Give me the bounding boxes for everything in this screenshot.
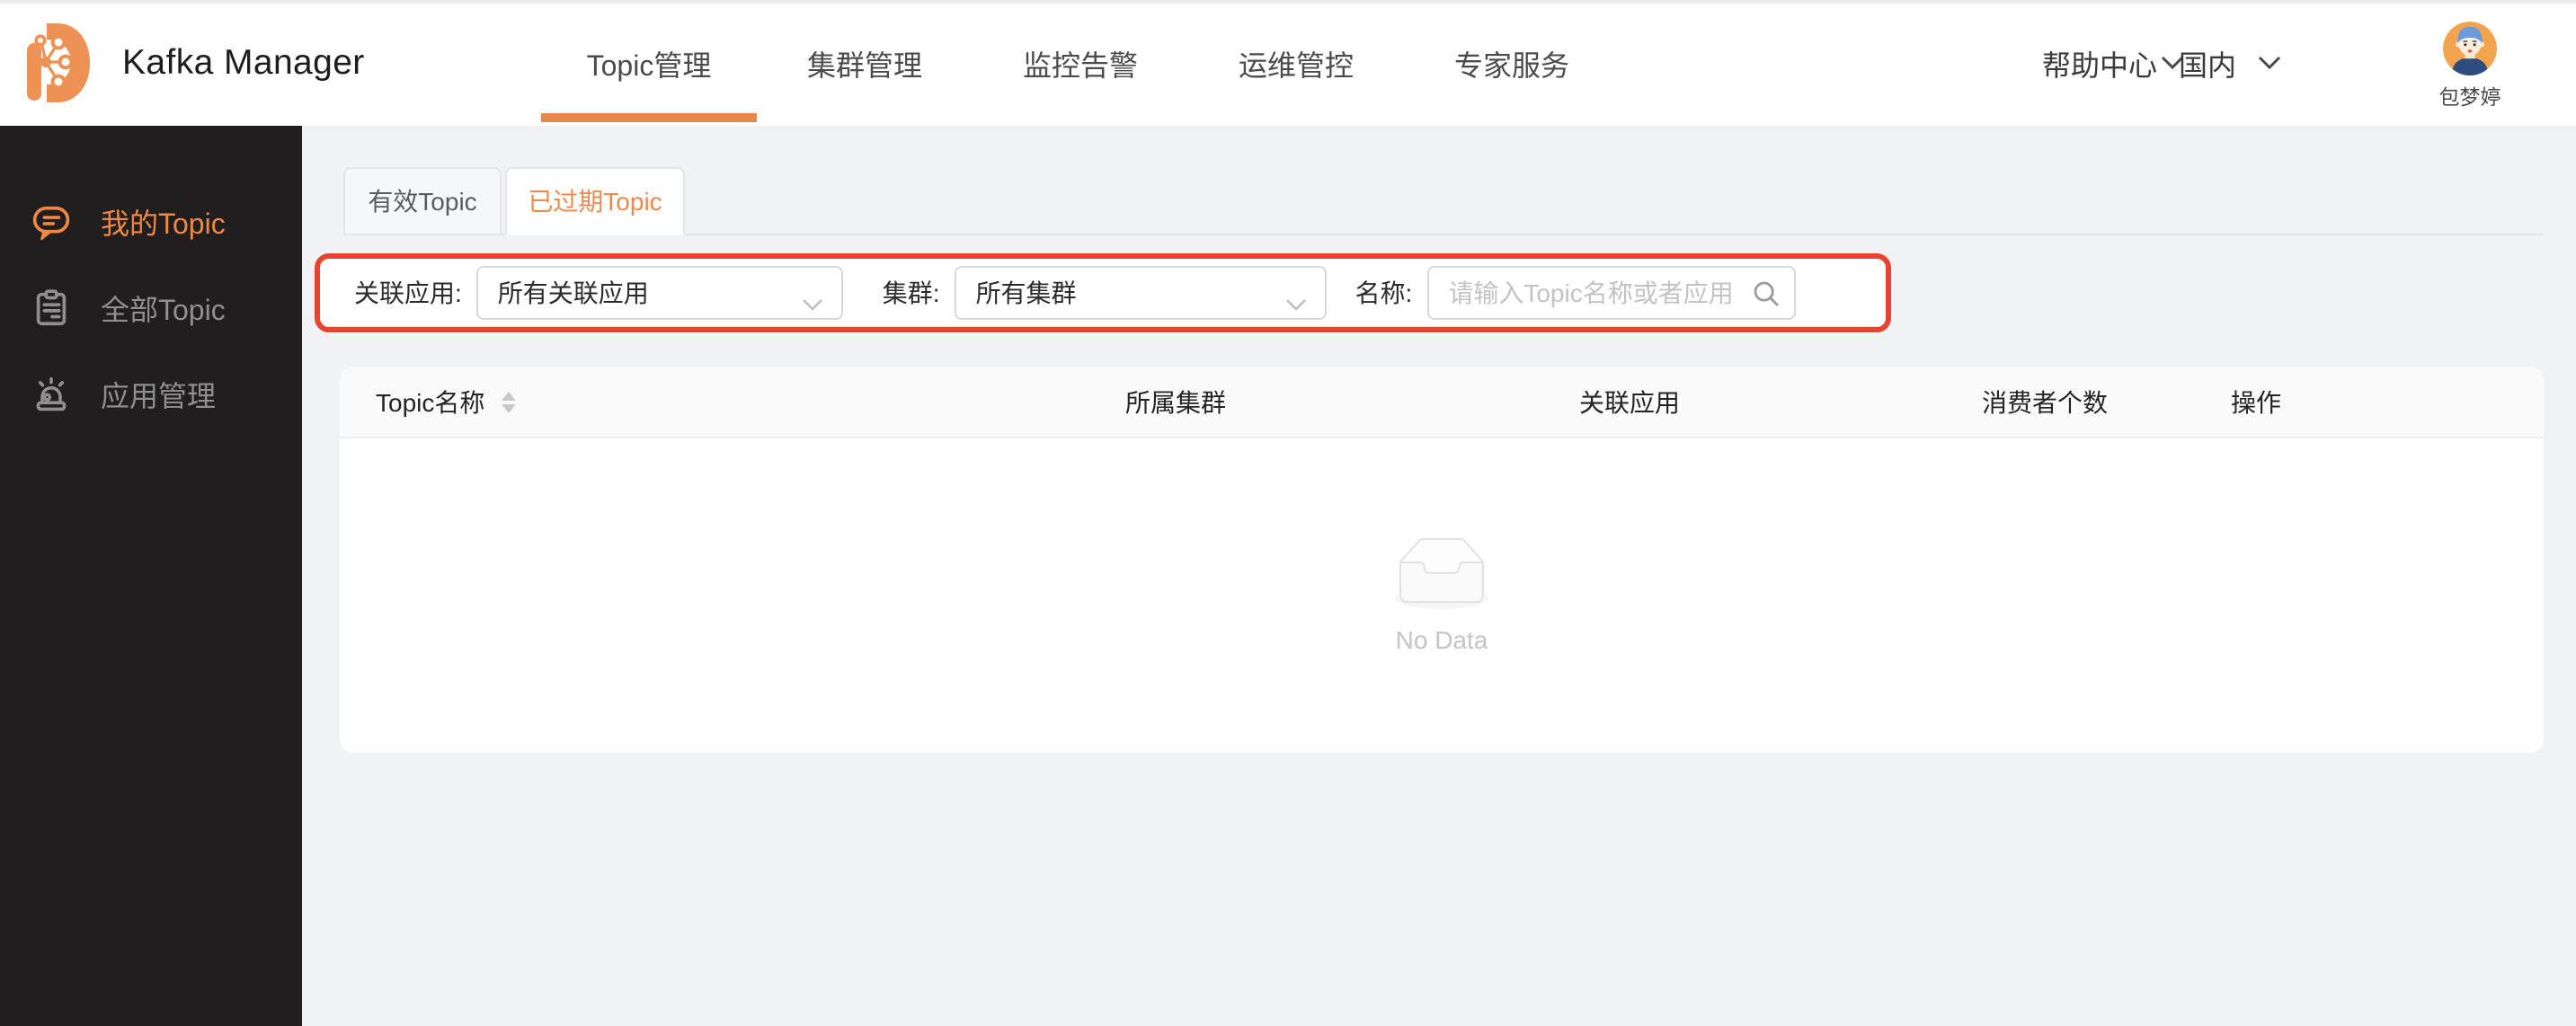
nav-item-ops[interactable]: 运维管控 <box>1188 0 1404 126</box>
sidebar-item-label: 全部Topic <box>101 296 226 327</box>
cluster-filter-value: 所有集群 <box>975 279 1077 307</box>
search-icon[interactable] <box>1752 280 1779 316</box>
topic-table-card: Topic名称 所属集群 关联应用 消费者个数 操作 No Data <box>340 367 2544 753</box>
nav-item-monitor[interactable]: 监控告警 <box>973 0 1188 126</box>
filter-bar-highlight-box: 关联应用: 所有关联应用 集群: 所有集群 名称: <box>315 253 1891 332</box>
kafka-manager-logo-icon <box>27 23 90 102</box>
nav-item-topic[interactable]: Topic管理 <box>541 0 757 126</box>
sidebar-item-label: 应用管理 <box>101 383 217 413</box>
nav-item-expert[interactable]: 专家服务 <box>1404 0 1620 126</box>
region-label: 国内 <box>2179 52 2237 83</box>
tab-valid-topic[interactable]: 有效Topic <box>343 167 502 235</box>
table-header-row: Topic名称 所属集群 关联应用 消费者个数 操作 <box>340 367 2544 438</box>
cluster-filter-label: 集群: <box>882 279 940 307</box>
region-selector[interactable]: 国内 <box>2179 0 2281 126</box>
column-header-app: 关联应用 <box>1579 387 1680 416</box>
caret-down-icon <box>501 403 516 412</box>
app-filter-label: 关联应用: <box>354 279 462 307</box>
comment-icon <box>31 200 72 242</box>
help-center-link[interactable]: 帮助中心 <box>2042 0 2184 126</box>
name-search-input[interactable] <box>1426 266 1796 320</box>
clipboard-icon <box>31 287 72 328</box>
name-search-field <box>1426 266 1796 320</box>
topic-tabs: 有效Topic 已过期Topic <box>343 167 688 235</box>
help-center-label: 帮助中心 <box>2042 52 2158 83</box>
user-name: 包梦婷 <box>2438 88 2501 110</box>
nav-item-cluster[interactable]: 集群管理 <box>757 0 973 126</box>
sidebar-item-all-topic[interactable]: 全部Topic <box>0 264 302 350</box>
empty-inbox-icon <box>1395 537 1488 608</box>
cluster-filter-select[interactable]: 所有集群 <box>954 266 1327 320</box>
app-title: Kafka Manager <box>122 42 365 82</box>
main-content: 有效Topic 已过期Topic 关联应用: 所有关联应用 集群: 所有集群 名… <box>302 126 2576 1026</box>
table-empty-state: No Data <box>340 438 2544 751</box>
column-header-cluster: 所属集群 <box>1125 387 1226 416</box>
topbar: Kafka Manager Topic管理 集群管理 监控告警 运维管控 专家服… <box>0 0 2576 126</box>
sidebar-item-app-management[interactable]: 应用管理 <box>0 350 302 437</box>
app-alarm-icon <box>31 373 72 414</box>
tab-expired-topic[interactable]: 已过期Topic <box>505 167 685 235</box>
column-header-topic-name[interactable]: Topic名称 <box>340 384 951 420</box>
column-header-actions: 操作 <box>2231 387 2281 416</box>
sidebar-item-my-topic[interactable]: 我的Topic <box>0 178 302 264</box>
column-header-consumer-count: 消费者个数 <box>1982 387 2108 416</box>
user-menu[interactable]: 包梦婷 <box>2430 0 2509 126</box>
main-nav: Topic管理 集群管理 监控告警 运维管控 专家服务 <box>541 0 1620 126</box>
avatar[interactable] <box>2443 22 2497 75</box>
chevron-down-icon <box>1285 287 1307 320</box>
brand: Kafka Manager <box>27 0 365 126</box>
caret-up-icon <box>501 391 516 400</box>
chevron-down-icon <box>2258 56 2281 70</box>
app-filter-select[interactable]: 所有关联应用 <box>475 266 843 320</box>
sidebar-item-label: 我的Topic <box>101 210 226 241</box>
sidebar: 我的Topic 全部Topic 应用管理 <box>0 126 302 1026</box>
chevron-down-icon <box>802 287 823 320</box>
kafka-manager-app: Kafka Manager Topic管理 集群管理 监控告警 运维管控 专家服… <box>0 0 2576 1026</box>
name-filter-label: 名称: <box>1355 279 1413 307</box>
sort-icon[interactable] <box>501 391 516 412</box>
no-data-text: No Data <box>1395 624 1488 653</box>
app-filter-value: 所有关联应用 <box>497 279 649 307</box>
